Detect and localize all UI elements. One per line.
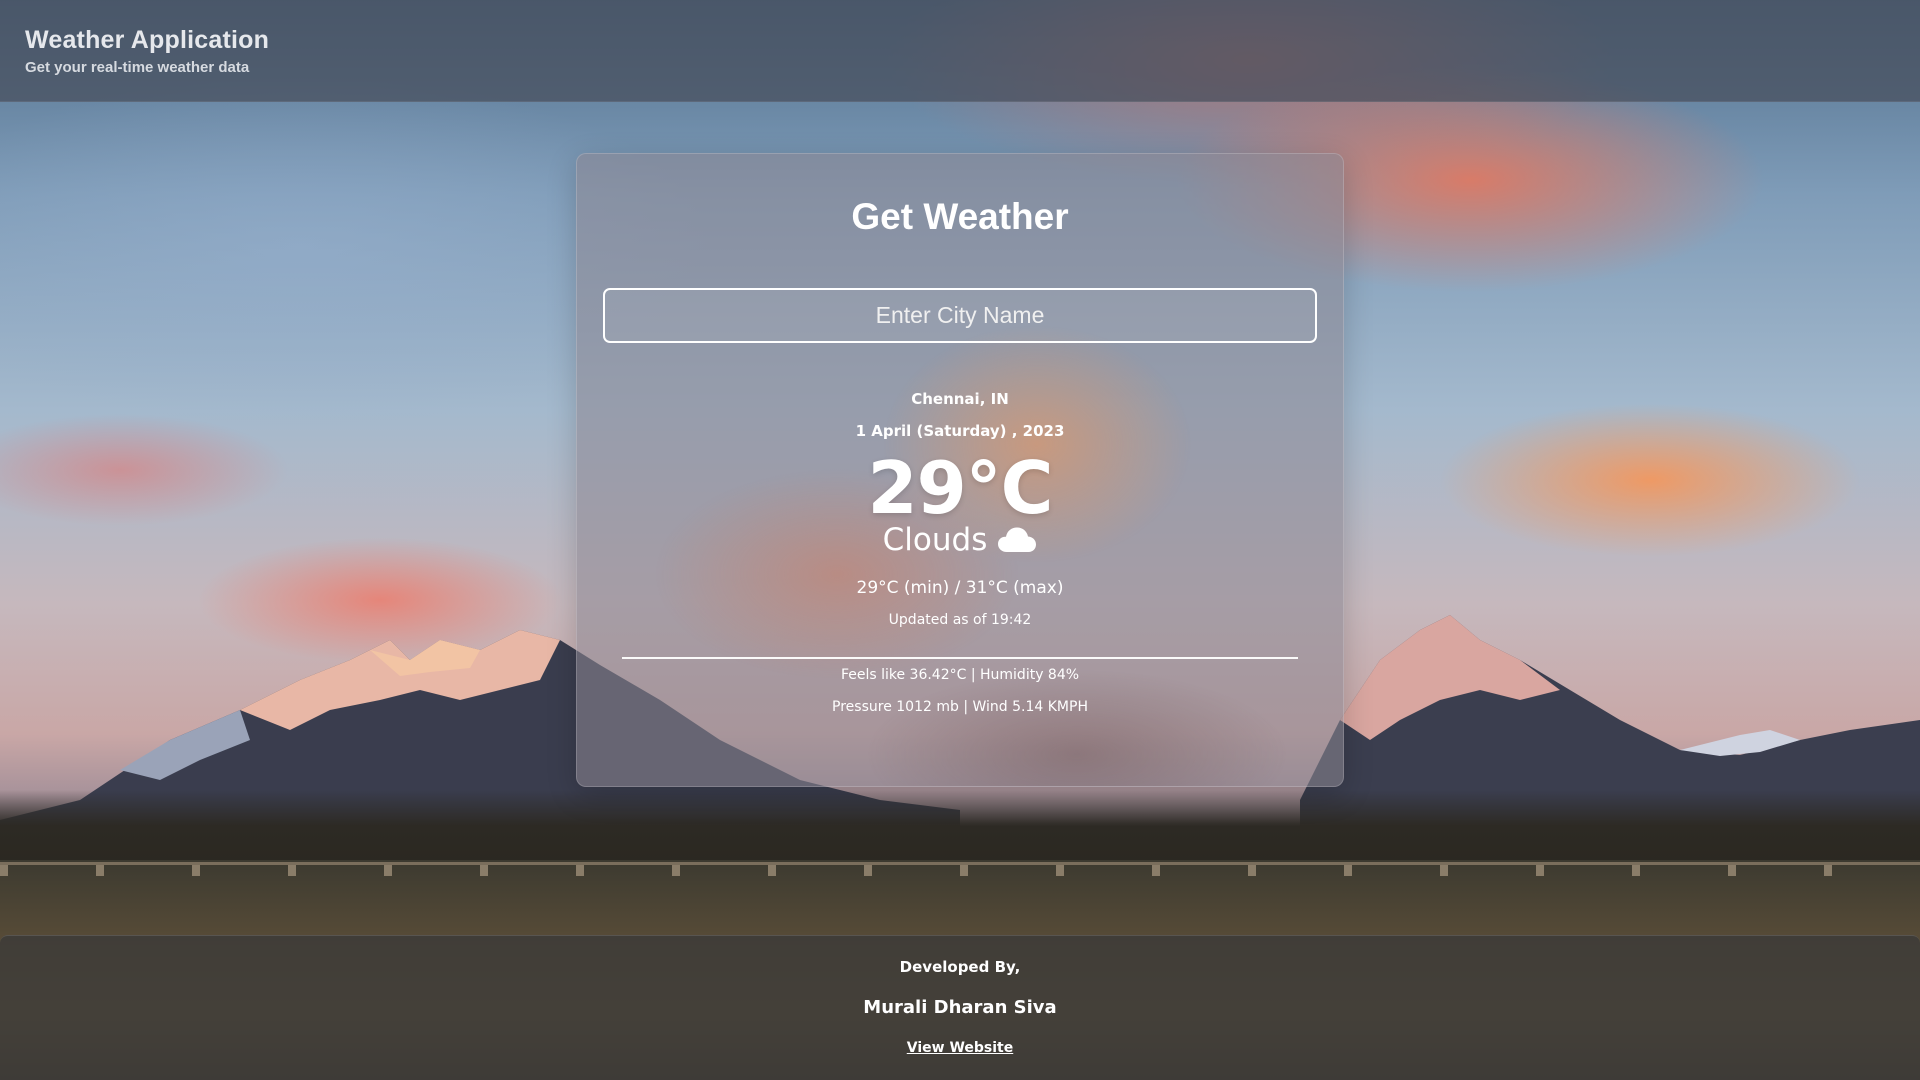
view-website-container: View Website: [0, 1040, 1920, 1056]
wooden-fence: [0, 862, 1920, 876]
weather-card: Get Weather Chennai, IN 1 April (Saturda…: [576, 153, 1344, 787]
developed-by-label: Developed By,: [899, 958, 1021, 976]
developer-name: Murali Dharan Siva: [863, 997, 1057, 1018]
divider: [622, 657, 1298, 659]
app-subtitle: Get your real-time weather data: [25, 59, 250, 76]
pressure-wind: Pressure 1012 mb | Wind 5.14 KMPH: [832, 699, 1088, 715]
view-website-link[interactable]: View Website: [907, 1040, 1013, 1056]
feels-like-humidity: Feels like 36.42°C | Humidity 84%: [840, 667, 1080, 683]
cloud-icon: [997, 526, 1037, 554]
current-temperature: 29°C: [867, 446, 1053, 530]
card-title: Get Weather: [851, 196, 1069, 237]
date-label: 1 April (Saturday) , 2023: [855, 422, 1065, 440]
app-header: Weather Application Get your real-time w…: [0, 0, 1920, 102]
updated-time: Updated as of 19:42: [888, 612, 1032, 628]
app-footer: Developed By, Murali Dharan Siva View We…: [0, 935, 1920, 1080]
city-search-input[interactable]: [603, 288, 1317, 343]
min-max-temperature: 29°C (min) / 31°C (max): [856, 578, 1064, 598]
weather-condition: Clouds: [882, 522, 988, 558]
app-title: Weather Application: [25, 26, 270, 54]
condition-row: Clouds: [577, 522, 1343, 558]
location-label: Chennai, IN: [911, 390, 1009, 408]
